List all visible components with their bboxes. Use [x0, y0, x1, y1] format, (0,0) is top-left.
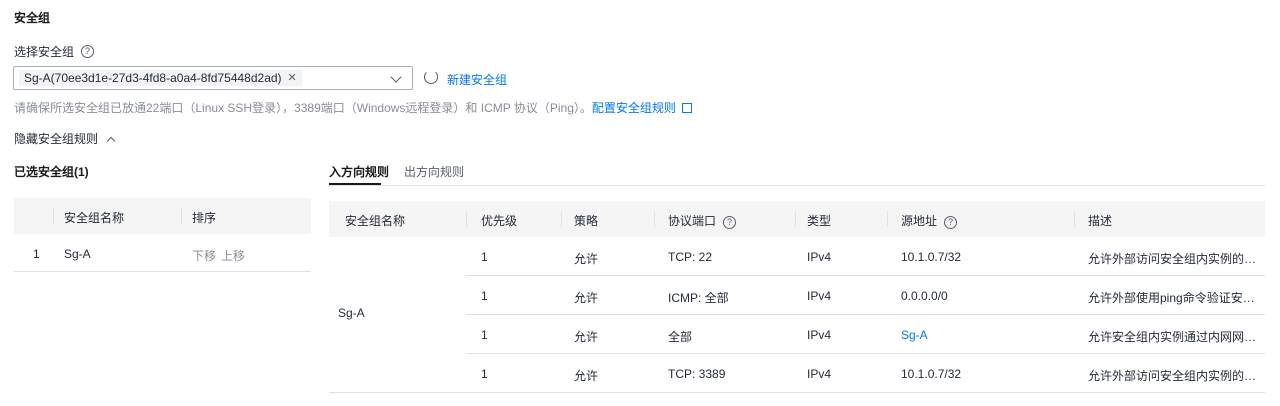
source-link[interactable]: Sg-A — [901, 328, 928, 342]
tab-inbound[interactable]: 入方向规则 — [329, 163, 389, 180]
description: 允许安全组内实例通过内网网络... — [1088, 330, 1260, 344]
chevron-down-icon[interactable] — [390, 71, 402, 83]
policy: 允许 — [574, 330, 599, 344]
hint-text-body: 请确保所选安全组已放通22端口（Linux SSH登录），3389端口（Wind… — [14, 101, 592, 115]
configure-rules-link[interactable]: 配置安全组规则 — [592, 101, 676, 115]
col-sg-name: 安全组名称 — [345, 214, 406, 228]
policy: 允许 — [574, 252, 599, 266]
close-icon[interactable]: ✕ — [288, 70, 297, 86]
column-divider — [795, 211, 796, 227]
col-priority: 优先级 — [481, 214, 518, 228]
new-sg-link[interactable]: 新建安全组 — [447, 71, 507, 88]
column-divider — [181, 208, 182, 224]
policy: 允许 — [574, 369, 599, 383]
help-icon[interactable]: ? — [81, 45, 95, 58]
priority: 1 — [481, 328, 488, 342]
tab-outbound[interactable]: 出方向规则 — [404, 163, 464, 180]
type: IPv4 — [807, 289, 832, 303]
priority: 1 — [481, 289, 488, 303]
column-divider — [561, 211, 562, 227]
source: 10.1.0.7/32 — [901, 250, 962, 264]
col-description: 描述 — [1088, 214, 1113, 228]
selected-sg-tag: Sg-A(70ee3d1e-27d3-4fd8-a0a4-8fd75448d2a… — [19, 70, 302, 86]
help-icon[interactable]: ? — [723, 216, 737, 229]
security-group-select[interactable]: Sg-A(70ee3d1e-27d3-4fd8-a0a4-8fd75448d2a… — [13, 66, 413, 90]
move-up-button[interactable]: 上移 — [221, 247, 245, 264]
description: 允许外部使用ping命令验证安全... — [1088, 291, 1260, 305]
col-sg-name: 安全组名称 — [64, 211, 125, 225]
type: IPv4 — [807, 367, 832, 381]
hide-rules-toggle[interactable]: 隐藏安全组规则 — [14, 130, 116, 147]
table-row: 1 允许 ICMP: 全部 IPv4 0.0.0.0/0 允许外部使用ping命… — [466, 276, 1265, 315]
protocol-port: 全部 — [668, 330, 693, 344]
type: IPv4 — [807, 328, 832, 342]
hint-text: 请确保所选安全组已放通22端口（Linux SSH登录），3389端口（Wind… — [14, 99, 692, 116]
table-row: 1 允许 TCP: 22 IPv4 10.1.0.7/32 允许外部访问安全组内… — [466, 237, 1265, 276]
select-sg-label-text: 选择安全组 — [14, 45, 75, 59]
column-divider — [466, 211, 467, 227]
col-source: 源地址? — [901, 212, 958, 229]
table-row: 1 允许 全部 IPv4 Sg-A 允许安全组内实例通过内网网络... — [466, 315, 1265, 354]
description: 允许外部访问安全组内实例的R... — [1088, 369, 1260, 383]
left-table-header: 安全组名称 排序 — [14, 198, 311, 234]
hide-rules-label: 隐藏安全组规则 — [14, 132, 99, 146]
protocol-port: TCP: 3389 — [668, 367, 726, 381]
priority: 1 — [481, 367, 488, 381]
type: IPv4 — [807, 250, 832, 264]
source: 10.1.0.7/32 — [901, 367, 962, 381]
col-source-text: 源地址 — [901, 214, 938, 228]
priority: 1 — [481, 250, 488, 264]
col-order: 排序 — [192, 211, 217, 225]
move-down-button[interactable]: 下移 — [192, 247, 216, 264]
refresh-icon[interactable] — [424, 70, 438, 84]
col-policy: 策略 — [574, 214, 599, 228]
description: 允许外部访问安全组内实例的SS... — [1088, 252, 1260, 266]
help-icon[interactable]: ? — [944, 216, 958, 229]
group-name-cell: Sg-A — [329, 237, 466, 393]
col-type: 类型 — [807, 214, 832, 228]
table-row: 1 Sg-A 下移 上移 — [14, 234, 311, 272]
tab-active-indicator — [329, 183, 381, 185]
chevron-up-icon — [107, 136, 116, 146]
group-name: Sg-A — [338, 306, 365, 320]
protocol-port: ICMP: 全部 — [668, 291, 729, 305]
tabs-divider — [329, 185, 1265, 186]
column-divider — [53, 208, 54, 224]
table-row: 1 允许 TCP: 3389 IPv4 10.1.0.7/32 允许外部访问安全… — [466, 354, 1265, 393]
protocol-port: TCP: 22 — [668, 250, 713, 264]
policy: 允许 — [574, 291, 599, 305]
row-index: 1 — [33, 247, 40, 261]
selected-groups-title: 已选安全组(1) — [14, 165, 89, 179]
source: 0.0.0.0/0 — [901, 289, 948, 303]
external-link-icon[interactable] — [681, 103, 692, 113]
col-protocol-port-text: 协议端口 — [668, 214, 717, 228]
column-divider — [654, 211, 655, 227]
section-title: 安全组 — [14, 11, 51, 25]
selected-sg-tag-text: Sg-A(70ee3d1e-27d3-4fd8-a0a4-8fd75448d2a… — [24, 71, 282, 85]
column-divider — [1074, 211, 1075, 227]
col-protocol-port: 协议端口? — [668, 212, 737, 229]
column-divider — [887, 211, 888, 227]
select-sg-label: 选择安全组 ? — [14, 43, 95, 60]
row-sg-name: Sg-A — [64, 247, 91, 261]
right-table-header: 安全组名称 优先级 策略 协议端口? 类型 源地址? 描述 — [329, 201, 1265, 237]
